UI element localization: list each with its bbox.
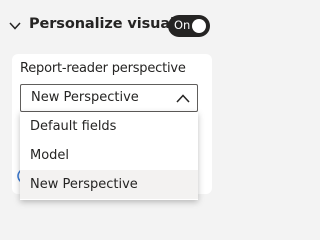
format-pane: Personalize visual On Report-reader pers… bbox=[0, 0, 218, 206]
perspective-dropdown[interactable]: New Perspective bbox=[20, 84, 198, 112]
chevron-up-icon[interactable] bbox=[175, 91, 191, 105]
chevron-down-icon[interactable] bbox=[8, 18, 22, 32]
option-model[interactable]: Model bbox=[20, 141, 198, 170]
perspective-label: Report-reader perspective bbox=[20, 61, 186, 76]
toggle-label: On bbox=[174, 18, 191, 32]
section-title: Personalize visual bbox=[29, 16, 175, 32]
perspective-selected-value: New Perspective bbox=[31, 90, 139, 105]
option-default-fields[interactable]: Default fields bbox=[20, 112, 198, 141]
personalize-visual-header[interactable]: Personalize visual On bbox=[0, 0, 218, 54]
perspective-options-list: Default fields Model New Perspective bbox=[20, 112, 198, 200]
toggle-knob bbox=[192, 19, 206, 33]
option-new-perspective[interactable]: New Perspective bbox=[20, 170, 198, 199]
personalize-toggle[interactable]: On bbox=[168, 15, 210, 37]
